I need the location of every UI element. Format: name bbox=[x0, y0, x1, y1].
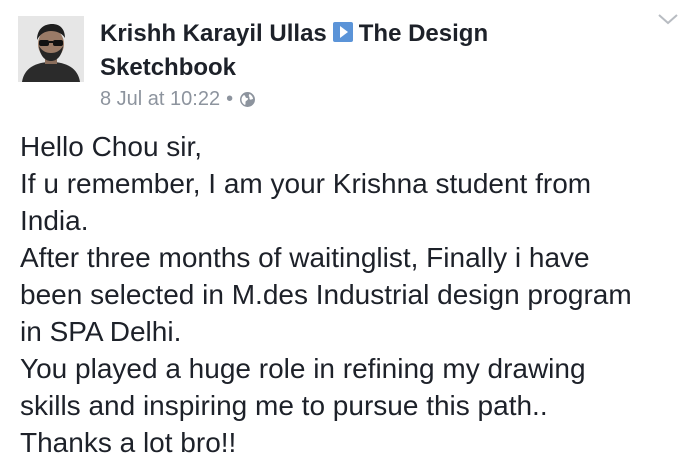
globe-icon[interactable] bbox=[239, 89, 256, 115]
meta-separator: • bbox=[226, 88, 234, 110]
message-line: Hello Chou sir, bbox=[20, 131, 203, 162]
author-avatar[interactable] bbox=[18, 16, 84, 82]
post-meta: 8 Jul at 10:22 • bbox=[100, 86, 256, 115]
message-line: India. bbox=[20, 205, 89, 236]
post-title: Krishh Karayil Ullas The Design Sketchboo… bbox=[100, 16, 620, 84]
message-line: You played a huge role in refining my dr… bbox=[20, 353, 586, 384]
message-line: After three months of waitinglist, Final… bbox=[20, 242, 590, 273]
chevron-down-icon[interactable] bbox=[657, 12, 679, 26]
post-timestamp[interactable]: 8 Jul at 10:22 bbox=[100, 88, 220, 110]
message-line: skills and inspiring me to pursue this p… bbox=[20, 390, 548, 421]
target-page-name-line2[interactable]: Sketchbook bbox=[100, 54, 236, 81]
facebook-post: Krishh Karayil Ullas The Design Sketchboo… bbox=[0, 0, 689, 462]
message-line: If u remember, I am your Krishna student… bbox=[20, 168, 592, 199]
message-line: Thanks a lot bro!! bbox=[20, 427, 237, 458]
avatar-photo bbox=[18, 16, 84, 82]
post-header: Krishh Karayil Ullas The Design Sketchboo… bbox=[100, 16, 620, 84]
message-line: been selected in M.des Industrial design… bbox=[20, 279, 632, 310]
message-line: in SPA Delhi. bbox=[20, 316, 182, 347]
author-name[interactable]: Krishh Karayil Ullas bbox=[100, 20, 327, 47]
play-arrow-icon bbox=[332, 21, 353, 42]
post-message: Hello Chou sir, If u remember, I am your… bbox=[20, 128, 685, 461]
target-page-name-line1[interactable]: The Design bbox=[359, 20, 488, 47]
